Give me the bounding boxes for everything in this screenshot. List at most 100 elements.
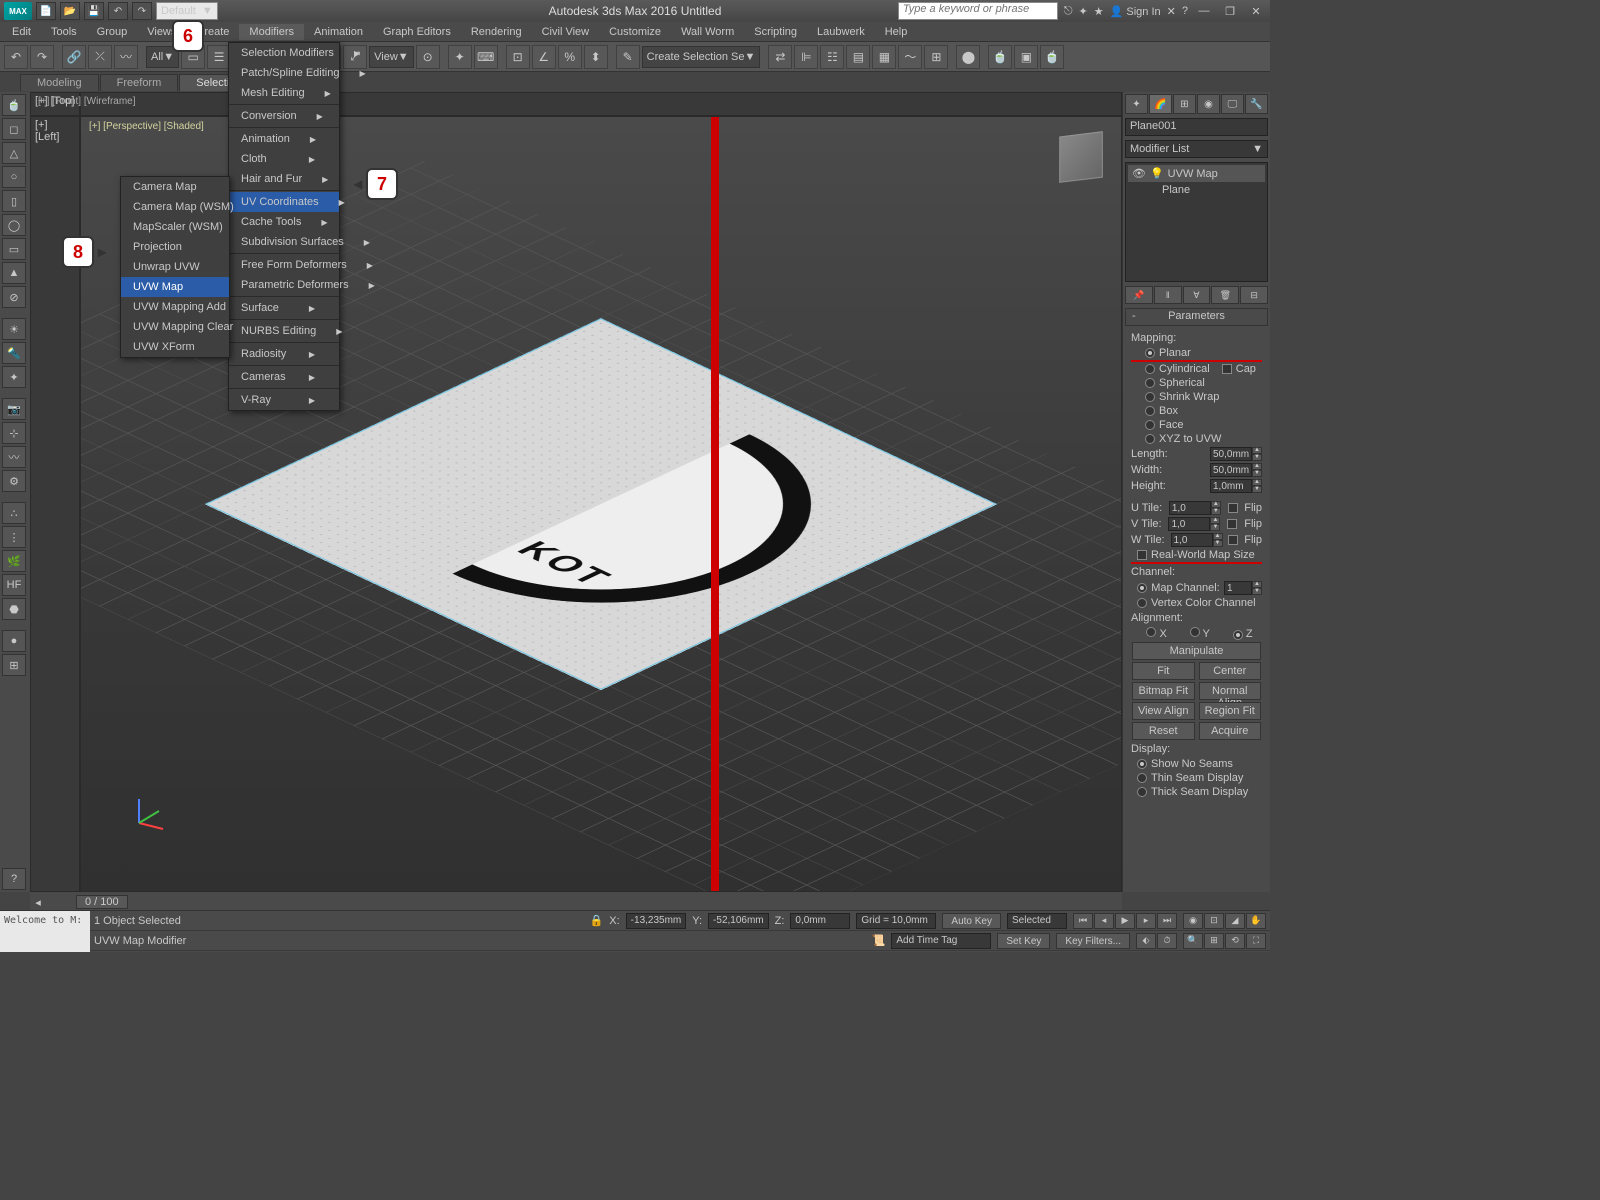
workspace-dropdown[interactable]: Default▼ <box>156 2 218 20</box>
sphere2-icon[interactable]: ● <box>2 630 26 652</box>
uv-menu-camera-map[interactable]: Camera Map <box>121 177 229 197</box>
mapping-xyz[interactable]: XYZ to UVW <box>1131 432 1262 446</box>
view-align-button[interactable]: View Align <box>1132 702 1195 720</box>
help-search[interactable] <box>898 2 1058 20</box>
menu-tools[interactable]: Tools <box>41 24 87 40</box>
time-prev-icon[interactable]: ◂ <box>30 896 46 909</box>
uflip-check[interactable] <box>1228 503 1238 513</box>
plane-icon[interactable]: ▭ <box>2 238 26 260</box>
mod-menu-cache-tools[interactable]: Cache Tools▶ <box>229 212 339 232</box>
time-slider[interactable]: 0 / 100 <box>76 895 128 909</box>
edit-named-sel-button[interactable]: ✎ <box>616 45 640 69</box>
align-button[interactable]: ⊫ <box>794 45 818 69</box>
uv-menu-mapscaler-wsm-[interactable]: MapScaler (WSM) <box>121 217 229 237</box>
layers-button[interactable]: ☷ <box>820 45 844 69</box>
eye-icon[interactable]: 👁 <box>1132 167 1146 180</box>
mod-menu-selection-modifiers[interactable]: Selection Modifiers▶ <box>229 43 339 63</box>
menu-rendering[interactable]: Rendering <box>461 24 532 40</box>
key-mode-button[interactable]: ⬖ <box>1136 933 1156 949</box>
pivot-center-button[interactable]: ⊙ <box>416 45 440 69</box>
stack-item-uvwmap[interactable]: 👁 💡 UVW Map <box>1128 165 1265 182</box>
favorite-icon[interactable]: ★ <box>1094 5 1104 18</box>
mapping-spherical[interactable]: Spherical <box>1131 376 1262 390</box>
mod-menu-cameras[interactable]: Cameras▶ <box>229 367 339 387</box>
qat-save-icon[interactable]: 💾 <box>84 2 104 20</box>
render-button[interactable]: 🍵 <box>1040 45 1064 69</box>
mod-menu-subdivision-surfaces[interactable]: Subdivision Surfaces▶ <box>229 232 339 252</box>
mod-menu-hair-and-fur[interactable]: Hair and Fur▶ <box>229 169 339 189</box>
map-channel-radio[interactable] <box>1137 583 1147 593</box>
menu-civil-view[interactable]: Civil View <box>532 24 599 40</box>
uv-menu-camera-map-wsm-[interactable]: Camera Map (WSM) <box>121 197 229 217</box>
spinner-snap-button[interactable]: ⬍ <box>584 45 608 69</box>
create-tab-icon[interactable]: ✦ <box>1125 94 1148 114</box>
grid-icon[interactable]: ⊞ <box>2 654 26 676</box>
sphere-icon[interactable]: ○ <box>2 166 26 188</box>
mod-menu-parametric-deformers[interactable]: Parametric Deformers▶ <box>229 275 339 295</box>
stack-item-plane[interactable]: Plane <box>1128 182 1265 198</box>
qat-redo-icon[interactable]: ↷ <box>132 2 152 20</box>
cone-icon[interactable]: △ <box>2 142 26 164</box>
width-spinner[interactable]: ▲▼ <box>1210 463 1262 477</box>
bulb-icon[interactable]: 💡 <box>1150 167 1164 180</box>
redo-button[interactable]: ↷ <box>30 45 54 69</box>
render-setup-button[interactable]: 🍵 <box>988 45 1012 69</box>
viewport-left[interactable]: [+] [Left] <box>30 116 80 892</box>
mod-menu-cloth[interactable]: Cloth▶ <box>229 149 339 169</box>
show-end-result-button[interactable]: ‖ <box>1154 286 1182 304</box>
time-config-button[interactable]: ⏱ <box>1157 933 1177 949</box>
bitmap-fit-button[interactable]: Bitmap Fit <box>1132 682 1195 700</box>
menu-group[interactable]: Group <box>87 24 138 40</box>
show-no-seams[interactable]: Show No Seams <box>1131 757 1262 771</box>
uv-menu-uvw-map[interactable]: UVW Map <box>121 277 229 297</box>
app-logo[interactable]: MAX <box>4 2 32 20</box>
configure-sets-button[interactable]: ⊟ <box>1240 286 1268 304</box>
mod-menu-patch-spline-editing[interactable]: Patch/Spline Editing▶ <box>229 63 339 83</box>
manipulate-button[interactable]: Manipulate <box>1132 642 1261 660</box>
coord-y[interactable]: -52,106mm <box>708 913 769 929</box>
zoom-ext-button[interactable]: ⊡ <box>1204 913 1224 929</box>
region-fit-button[interactable]: Region Fit <box>1199 702 1262 720</box>
uv-menu-uvw-mapping-add[interactable]: UVW Mapping Add <box>121 297 229 317</box>
thin-seam[interactable]: Thin Seam Display <box>1131 771 1262 785</box>
mapping-planar[interactable]: Planar <box>1131 346 1262 362</box>
align-x[interactable]: X <box>1146 627 1166 640</box>
set-key-button[interactable]: Set Key <box>997 933 1050 949</box>
menu-edit[interactable]: Edit <box>2 24 41 40</box>
real-world-check[interactable]: Real-World Map Size <box>1131 548 1262 564</box>
maximize-button[interactable]: ❐ <box>1220 3 1240 19</box>
help2-icon[interactable]: ? <box>2 868 26 890</box>
help-icon[interactable]: ? <box>1182 5 1188 17</box>
vertex-color-radio[interactable]: Vertex Color Channel <box>1131 596 1262 610</box>
qat-undo-icon[interactable]: ↶ <box>108 2 128 20</box>
qat-new-icon[interactable]: 📄 <box>36 2 56 20</box>
minimize-button[interactable]: — <box>1194 3 1214 19</box>
mod-menu-surface[interactable]: Surface▶ <box>229 298 339 318</box>
close-button[interactable]: ✕ <box>1246 3 1266 19</box>
utile-spinner[interactable]: ▲▼ <box>1169 501 1221 515</box>
modify-tab-icon[interactable]: 🌈 <box>1149 94 1172 114</box>
menu-wall-worm[interactable]: Wall Worm <box>671 24 744 40</box>
spacewarp-icon[interactable]: 〰 <box>2 446 26 468</box>
hf-icon[interactable]: HF <box>2 574 26 596</box>
auto-key-button[interactable]: Auto Key <box>942 913 1001 929</box>
rock-icon[interactable]: ⬣ <box>2 598 26 620</box>
qat-open-icon[interactable]: 📂 <box>60 2 80 20</box>
goto-start-button[interactable]: ⏮ <box>1073 913 1093 929</box>
play-button[interactable]: ▶ <box>1115 913 1135 929</box>
signin-link[interactable]: 👤 Sign In <box>1110 5 1161 18</box>
key-filters-button[interactable]: Key Filters... <box>1056 933 1130 949</box>
helper-icon[interactable]: ⊹ <box>2 422 26 444</box>
ribbon-button[interactable]: ▦ <box>872 45 896 69</box>
pin-stack-button[interactable]: 📌 <box>1125 286 1153 304</box>
orbit-button[interactable]: ⟲ <box>1225 933 1245 949</box>
connectivity-icon[interactable]: ⎋ <box>1064 5 1073 18</box>
align-z[interactable]: Z <box>1233 628 1253 640</box>
angle-snap-button[interactable]: ∠ <box>532 45 556 69</box>
menu-laubwerk[interactable]: Laubwerk <box>807 24 875 40</box>
script-icon[interactable]: 📜 <box>872 934 886 947</box>
mod-menu-radiosity[interactable]: Radiosity▶ <box>229 344 339 364</box>
mirror-button[interactable]: ⇄ <box>768 45 792 69</box>
camera-icon[interactable]: 📷 <box>2 398 26 420</box>
vflip-check[interactable] <box>1227 519 1237 529</box>
